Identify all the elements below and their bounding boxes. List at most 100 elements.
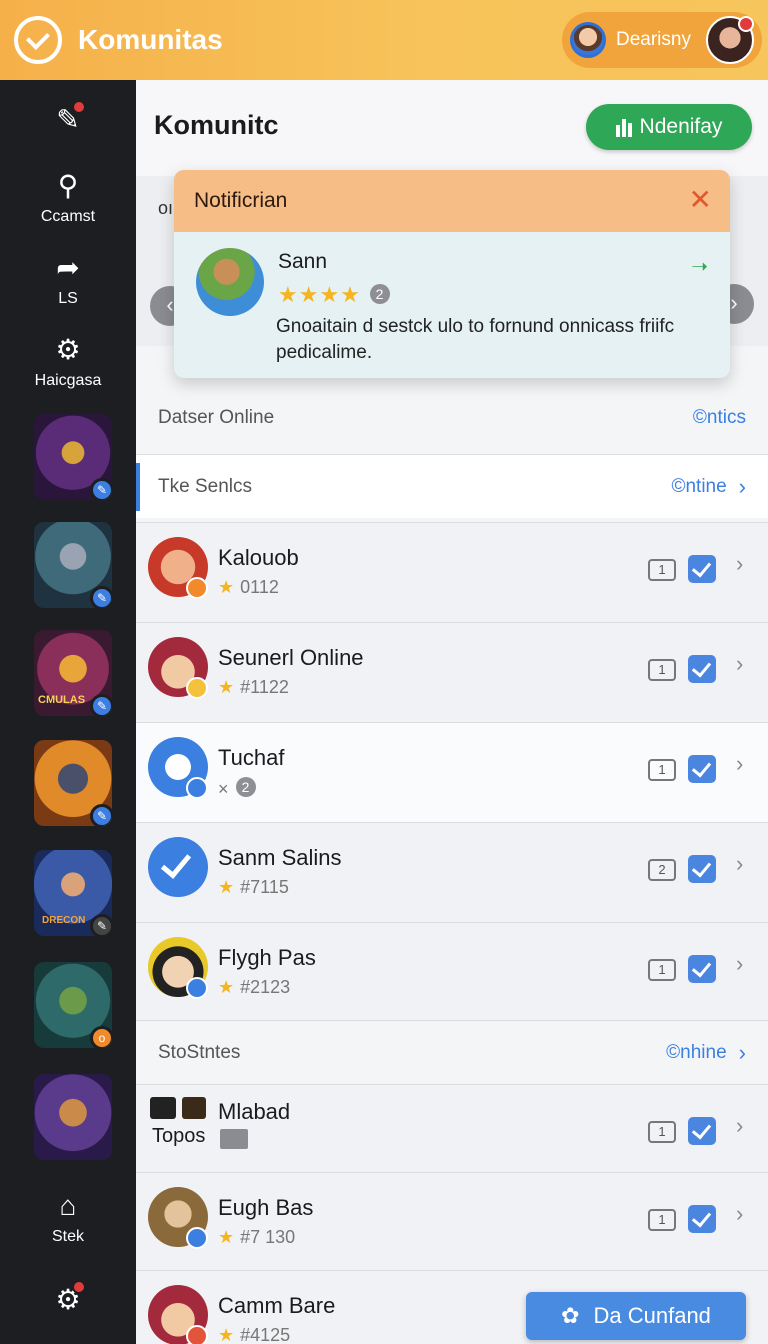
- section-label: Tke Senlcs: [158, 475, 252, 497]
- chevron-right-icon: ›: [738, 473, 746, 499]
- edit-icon: ✎: [90, 804, 112, 826]
- list-item-meta: × 2: [218, 777, 256, 800]
- section-label: Datser Online: [158, 407, 275, 428]
- list-item[interactable]: Flygh Pas ★ #2123 1 ›: [136, 922, 768, 1022]
- checkbox[interactable]: [688, 955, 716, 983]
- game-tile[interactable]: [34, 1074, 112, 1160]
- list-item-id: #2123: [240, 977, 291, 997]
- list-item[interactable]: Mlabad Topos 1 ›: [136, 1084, 768, 1172]
- section-header-active[interactable]: Tke Senlcs ©ntine ›: [136, 454, 768, 518]
- sidebar-item-label: Haicgasa: [34, 372, 102, 389]
- checkbox[interactable]: [688, 855, 716, 883]
- list-item-meta: ★ 0112: [218, 577, 279, 598]
- checkbox[interactable]: [688, 655, 716, 683]
- tag-icon: [220, 1129, 248, 1149]
- game-tile[interactable]: o: [34, 962, 112, 1048]
- game-tile[interactable]: ✎: [34, 414, 112, 500]
- checkbox[interactable]: [688, 1117, 716, 1145]
- check-app-icon: [148, 837, 208, 897]
- game-tile[interactable]: ✎: [34, 740, 112, 826]
- edit-icon: ✎: [90, 694, 112, 716]
- sidebar-item-settings[interactable]: ⚙ Haicgasa: [0, 334, 136, 390]
- game-tile[interactable]: CMULAS ✎: [34, 630, 112, 716]
- chevron-right-icon: ›: [736, 651, 744, 676]
- list-item[interactable]: Seunerl Online ★ #1122 1 ›: [136, 622, 768, 722]
- checkbox[interactable]: [688, 755, 716, 783]
- chevron-right-icon: ›: [738, 1039, 746, 1065]
- list-item-meta: ★ #7 130: [218, 1227, 295, 1248]
- checkbox[interactable]: [688, 555, 716, 583]
- share-arrow-icon: ➦: [56, 252, 80, 283]
- chevron-right-icon: ›: [736, 1201, 744, 1226]
- list-item-name: Mlabad: [218, 1099, 291, 1124]
- star-icon: ★: [218, 1227, 235, 1247]
- game-tile[interactable]: DRECON ✎: [34, 850, 112, 936]
- sidebar-item-settings-bottom[interactable]: ⚙: [0, 1280, 136, 1322]
- list-item[interactable]: Kalouob ★ 0112 1 ›: [136, 522, 768, 622]
- chevron-right-icon: ›: [736, 951, 744, 976]
- close-mark: ×: [218, 779, 229, 799]
- count-box: 1: [648, 1209, 676, 1231]
- status-badge: [186, 777, 208, 799]
- star-icon: ★: [218, 677, 235, 697]
- count-box: 2: [648, 859, 676, 881]
- list-item-name: Flygh Pas: [218, 945, 316, 970]
- list-item[interactable]: Eugh Bas ★ #7 130 1 ›: [136, 1172, 768, 1272]
- chevron-right-icon: ›: [736, 1113, 744, 1138]
- home-icon: ⌂: [59, 1190, 77, 1221]
- notification-title: Notificrian: [194, 189, 288, 212]
- top-app-bar: Komunitas Dearisny: [0, 0, 768, 80]
- thumbnail-icon: [150, 1097, 176, 1119]
- close-icon[interactable]: ✕: [689, 186, 712, 214]
- list-item-name: Eugh Bas: [218, 1195, 314, 1220]
- status-badge: [186, 1325, 208, 1344]
- section-link[interactable]: ©ntics: [693, 407, 746, 429]
- notification-body: Sann ★★★★ 2 ➝ Gnoaitain d sestck ulo to …: [174, 232, 730, 378]
- sidebar-item-label: Ccamst: [40, 208, 96, 225]
- notification-avatar: [196, 248, 264, 316]
- profile-avatar[interactable]: [706, 16, 754, 64]
- list-item-id: 0112: [240, 577, 279, 597]
- game-tile[interactable]: ✎: [34, 522, 112, 608]
- sidebar-item-ccamst[interactable]: ⚲ Ccamst: [0, 170, 136, 226]
- sidebar-item-label: LS: [58, 290, 78, 307]
- star-icon: ★: [218, 577, 235, 597]
- list-item-name: Kalouob: [218, 545, 299, 570]
- list-item-name: Sanm Salins: [218, 845, 342, 870]
- list-item[interactable]: Sanm Salins ★ #7115 2 ›: [136, 822, 768, 922]
- tile-text: DRECON: [42, 915, 86, 926]
- rating-count: 2: [370, 284, 391, 304]
- section-header[interactable]: StoStntes ©nhine ›: [136, 1020, 768, 1084]
- app-title: Komunitas: [78, 24, 223, 55]
- floating-action-button[interactable]: ✿ Da Cunfand: [526, 1292, 746, 1340]
- notification-popup: Notificrian ✕ Sann ★★★★ 2 ➝ Gnoaitain d …: [174, 170, 730, 378]
- sidebar-item-messages[interactable]: ✎: [0, 100, 136, 142]
- star-icons: ★★★★: [278, 282, 361, 307]
- fab-label: Da Cunfand: [593, 1303, 711, 1328]
- chevron-right-icon: ›: [736, 551, 744, 576]
- list-item-id: #7 130: [240, 1227, 296, 1247]
- section-link[interactable]: ©ntine: [671, 476, 726, 498]
- sidebar-item-home[interactable]: ⌂ Stek: [0, 1190, 136, 1246]
- list-item-id: #4125: [240, 1325, 291, 1344]
- list-item-meta: ★ #2123: [218, 977, 290, 998]
- list-item[interactable]: Tuchaf × 2 1 ›: [136, 722, 768, 822]
- list-item-name: Camm Bare: [218, 1293, 336, 1318]
- user-avatar: [570, 22, 606, 58]
- chevron-right-icon: ›: [736, 851, 744, 876]
- count-box: 1: [648, 559, 676, 581]
- notification-name: Sann: [278, 250, 328, 273]
- edit-icon: ✎: [90, 586, 112, 608]
- forward-arrow-icon[interactable]: ➝: [691, 254, 708, 279]
- section-link[interactable]: ©nhine: [666, 1042, 727, 1064]
- list-item-meta: ★ #7115: [218, 877, 289, 898]
- notify-button[interactable]: Ndenifay: [586, 104, 752, 150]
- checkbox[interactable]: [688, 1205, 716, 1233]
- section-header[interactable]: Datser Online ©ntics: [136, 386, 768, 450]
- star-icon: ★: [218, 1325, 235, 1344]
- sidebar-item-ls[interactable]: ➦ LS: [0, 252, 136, 308]
- section-label: StoStntes: [158, 1041, 241, 1063]
- bar-chart-icon: [615, 117, 632, 137]
- user-profile-button[interactable]: Dearisny: [562, 12, 762, 68]
- list-item-sub: Topos: [152, 1125, 206, 1147]
